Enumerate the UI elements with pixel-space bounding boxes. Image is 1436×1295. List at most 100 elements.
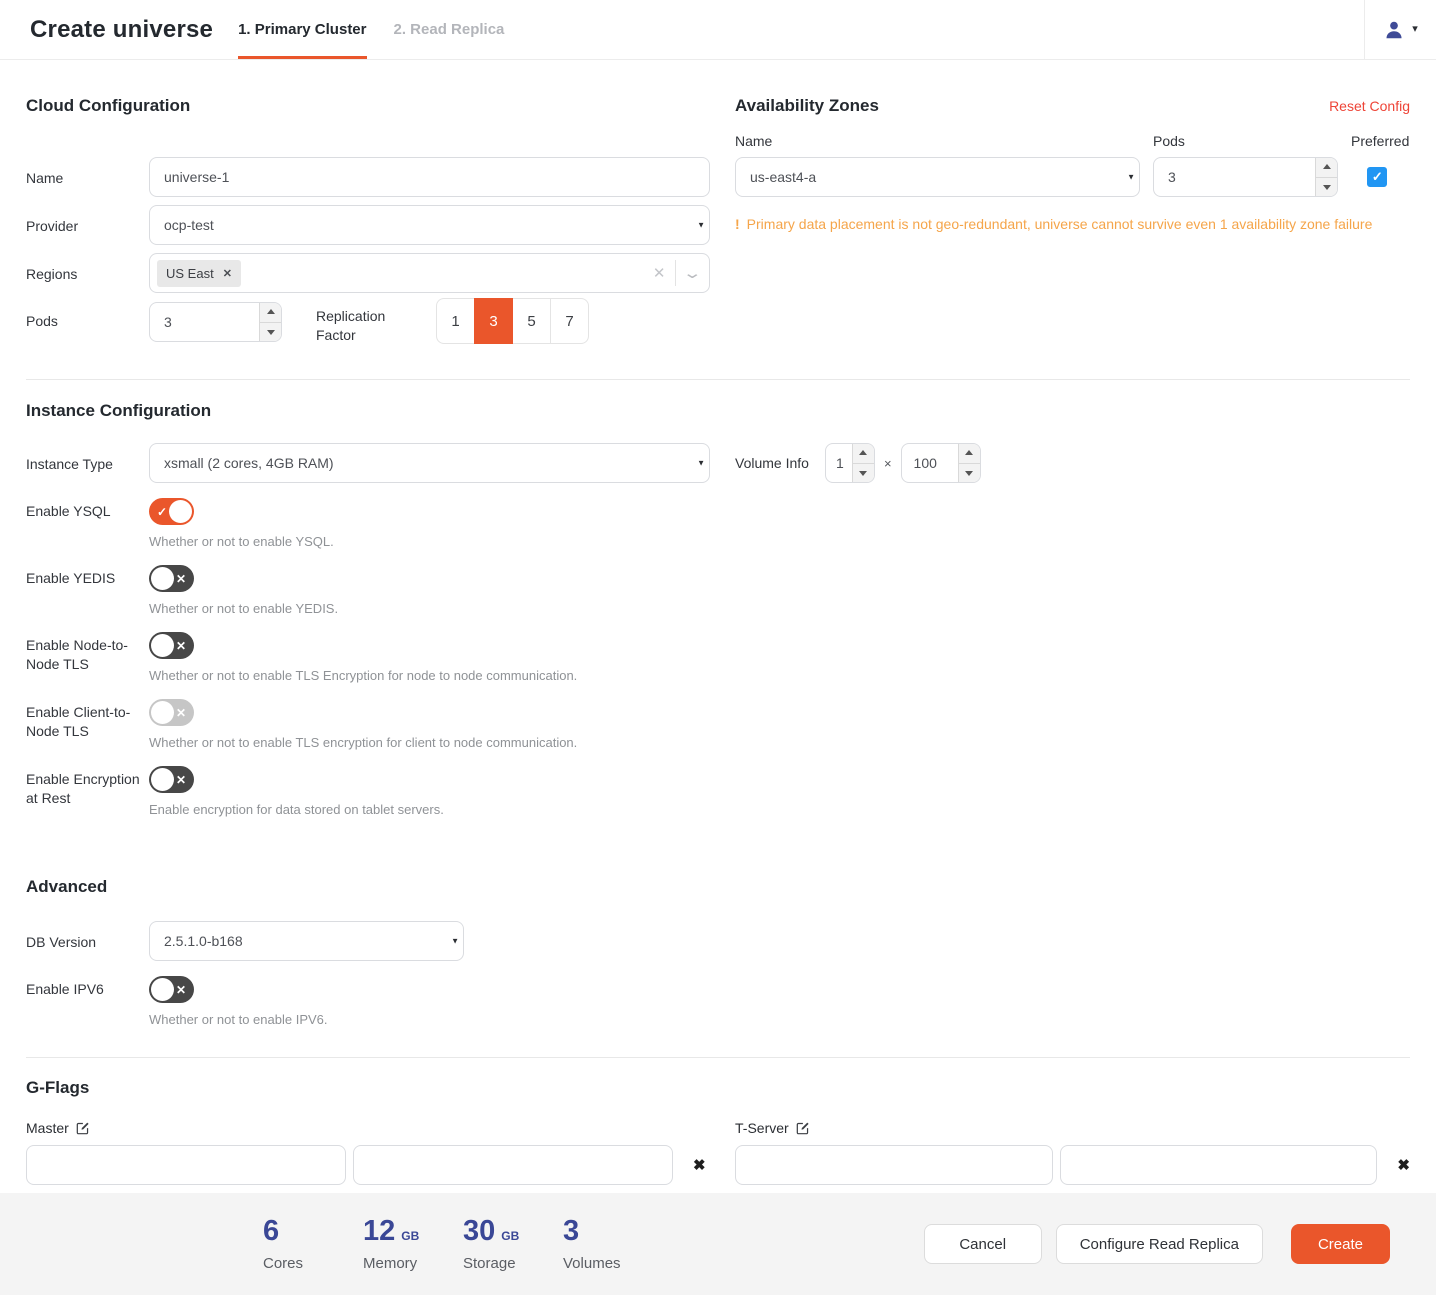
- user-icon: [1383, 19, 1405, 41]
- spinner-down-icon[interactable]: [853, 464, 874, 483]
- regions-multiselect[interactable]: US East ✕ ✕ ⌄: [149, 253, 710, 293]
- enable-ipv6-toggle[interactable]: [149, 976, 194, 1003]
- az-pods-header: Pods: [1153, 133, 1338, 149]
- remove-region-icon[interactable]: ✕: [223, 267, 232, 280]
- rf-option-3[interactable]: 3: [474, 298, 513, 344]
- provider-select[interactable]: ocp-test ▼: [149, 205, 710, 245]
- az-preferred-header: Preferred: [1351, 133, 1411, 149]
- remove-row-icon[interactable]: ✖: [1397, 1156, 1410, 1174]
- warning-icon: !: [735, 216, 740, 232]
- rf-option-7[interactable]: 7: [550, 298, 589, 344]
- toggle-knob: [151, 768, 174, 791]
- instance-type-select[interactable]: xsmall (2 cores, 4GB RAM) ▼: [149, 443, 710, 483]
- enable-ipv6-helper: Whether or not to enable IPV6.: [149, 1012, 1410, 1027]
- instance-type-label: Instance Type: [26, 443, 149, 474]
- master-gflag-value-input[interactable]: [353, 1145, 673, 1185]
- enable-node-to-node-tls-helper: Whether or not to enable TLS Encryption …: [149, 668, 710, 683]
- chevron-down-icon[interactable]: ⌄: [683, 266, 703, 281]
- universe-name-input[interactable]: [149, 157, 710, 197]
- volumes-stat: 3 Volumes: [563, 1217, 663, 1272]
- spinner-up-icon[interactable]: [1316, 158, 1337, 178]
- gflags-heading: G-Flags: [26, 1078, 1410, 1098]
- check-icon: ✓: [1372, 169, 1383, 185]
- summary-footer: 6 Cores 12GB Memory 30GB Storage 3 Volum…: [0, 1193, 1436, 1295]
- availability-zones-section: Availability Zones Reset Config Name Pod…: [735, 96, 1410, 232]
- select-caret-icon: ▼: [1127, 173, 1135, 182]
- db-version-label: DB Version: [26, 921, 149, 952]
- advanced-section: Advanced DB Version 2.5.1.0-b168 ▼ Enabl…: [26, 877, 1410, 1027]
- reset-config-link[interactable]: Reset Config: [1329, 96, 1410, 114]
- enable-node-to-node-tls-toggle[interactable]: [149, 632, 194, 659]
- cancel-button[interactable]: Cancel: [924, 1224, 1042, 1264]
- select-caret-icon: ▼: [697, 459, 705, 468]
- toggle-knob: [151, 701, 174, 724]
- tserver-gflag-name-input[interactable]: [735, 1145, 1053, 1185]
- toggle-knob: [169, 500, 192, 523]
- wizard-tabs: 1. Primary Cluster 2. Read Replica: [238, 0, 531, 59]
- regions-label: Regions: [26, 253, 149, 284]
- master-gflag-row: ✖: [26, 1145, 710, 1185]
- cores-stat: 6 Cores: [263, 1217, 363, 1272]
- geo-redundancy-warning: !Primary data placement is not geo-redun…: [735, 216, 1410, 232]
- enable-ipv6-label: Enable IPV6: [26, 976, 149, 999]
- clear-regions-icon[interactable]: ✕: [653, 264, 666, 282]
- provider-label: Provider: [26, 205, 149, 236]
- toggle-state-icon: [176, 573, 186, 585]
- enable-yedis-toggle[interactable]: [149, 565, 194, 592]
- master-gflag-name-input[interactable]: [26, 1145, 346, 1185]
- spinner-up-icon[interactable]: [959, 444, 980, 464]
- enable-ysql-helper: Whether or not to enable YSQL.: [149, 534, 710, 549]
- instance-config-heading: Instance Configuration: [26, 401, 710, 421]
- section-divider: [26, 379, 1410, 380]
- tserver-gflag-row: ✖: [735, 1145, 1410, 1185]
- select-caret-icon: ▼: [451, 937, 459, 946]
- tserver-gflag-value-input[interactable]: [1060, 1145, 1378, 1185]
- db-version-select[interactable]: 2.5.1.0-b168 ▼: [149, 921, 464, 961]
- toggle-state-icon: [176, 707, 186, 719]
- pods-stepper: [149, 302, 282, 342]
- spinner-up-icon[interactable]: [853, 444, 874, 464]
- edit-icon[interactable]: [796, 1121, 810, 1135]
- advanced-heading: Advanced: [26, 877, 1410, 897]
- storage-stat: 30GB Storage: [463, 1217, 563, 1272]
- spinner-up-icon[interactable]: [260, 303, 281, 323]
- select-caret-icon: ▼: [697, 221, 705, 230]
- toggle-knob: [151, 567, 174, 590]
- enable-client-to-node-tls-helper: Whether or not to enable TLS encryption …: [149, 735, 710, 750]
- az-name-header: Name: [735, 133, 1140, 149]
- zone-pods-input[interactable]: [1153, 157, 1338, 197]
- enable-encryption-at-rest-toggle[interactable]: [149, 766, 194, 793]
- user-menu[interactable]: ▾: [1364, 0, 1436, 59]
- availability-zones-heading: Availability Zones: [735, 96, 879, 116]
- tab-primary-cluster[interactable]: 1. Primary Cluster: [238, 0, 366, 59]
- pods-label: Pods: [26, 302, 149, 331]
- enable-client-to-node-tls-toggle: [149, 699, 194, 726]
- enable-encryption-at-rest-label: Enable Encryption at Rest: [26, 766, 149, 808]
- create-button[interactable]: Create: [1291, 1224, 1390, 1264]
- rf-option-5[interactable]: 5: [512, 298, 551, 344]
- spinner-down-icon[interactable]: [260, 323, 281, 342]
- master-gflags-label: Master: [26, 1120, 710, 1136]
- remove-row-icon[interactable]: ✖: [693, 1156, 706, 1174]
- preferred-checkbox[interactable]: ✓: [1367, 167, 1387, 187]
- enable-encryption-at-rest-helper: Enable encryption for data stored on tab…: [149, 802, 710, 817]
- enable-node-to-node-tls-label: Enable Node-to-Node TLS: [26, 632, 149, 674]
- volume-size-stepper: [901, 443, 981, 483]
- toggle-state-icon: [176, 984, 186, 996]
- spinner-down-icon[interactable]: [1316, 178, 1337, 197]
- volume-info-row: Volume Info ×: [735, 401, 1410, 483]
- zone-select[interactable]: us-east4-a ▼: [735, 157, 1140, 197]
- configure-read-replica-button[interactable]: Configure Read Replica: [1056, 1224, 1263, 1264]
- toggle-state-icon: [176, 774, 186, 786]
- volume-count-stepper: [825, 443, 875, 483]
- page-title: Create universe: [30, 16, 213, 44]
- tab-read-replica[interactable]: 2. Read Replica: [394, 0, 505, 59]
- spinner-down-icon[interactable]: [959, 464, 980, 483]
- enable-ysql-toggle[interactable]: [149, 498, 194, 525]
- resource-stats: 6 Cores 12GB Memory 30GB Storage 3 Volum…: [263, 1217, 663, 1272]
- rf-option-1[interactable]: 1: [436, 298, 475, 344]
- cloud-config-heading: Cloud Configuration: [26, 96, 710, 116]
- edit-icon[interactable]: [76, 1121, 90, 1135]
- enable-yedis-label: Enable YEDIS: [26, 565, 149, 588]
- app-header: Create universe 1. Primary Cluster 2. Re…: [0, 0, 1436, 60]
